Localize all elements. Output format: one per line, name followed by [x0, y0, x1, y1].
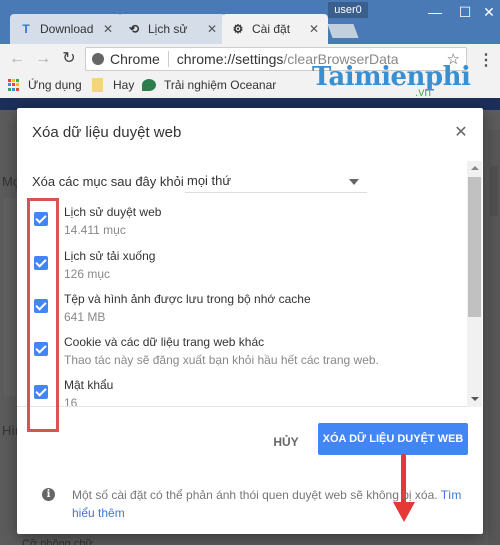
footer-note: Một số cài đặt có thể phản ánh thói quen… [72, 486, 464, 522]
tab-settings[interactable]: ⚙ Cài đặt ✕ [222, 14, 328, 44]
history-icon: ⟲ [128, 22, 140, 36]
list-item-download-history[interactable]: Lịch sử tải xuống 126 mục [17, 242, 465, 286]
list-item-cookies[interactable]: Cookie và các dữ liệu trang web khác Tha… [17, 328, 465, 372]
window-close-icon[interactable]: ✕ [474, 2, 500, 22]
cancel-button[interactable]: HỦY [262, 430, 310, 454]
tab-close-icon[interactable]: ✕ [102, 22, 114, 36]
reload-icon[interactable]: ↻ [60, 50, 78, 68]
background-label: Cỡ phông chữ [22, 538, 93, 545]
scroll-down-icon[interactable] [471, 397, 479, 401]
item-title: Lịch sử duyệt web [64, 205, 162, 219]
forward-arrow-icon[interactable]: → [34, 50, 52, 68]
window-titlebar: T Download ✕ ⟲ Lịch sử ✕ ⚙ Cài đặt ✕ use… [0, 0, 500, 44]
bookmark-label: Trải nghiệm Oceanar [164, 78, 277, 92]
oceanar-icon [142, 79, 156, 91]
item-title: Mật khẩu [64, 378, 114, 392]
chevron-down-icon [349, 179, 359, 185]
note-text: Một số cài đặt có thể phản ánh thói quen… [72, 488, 438, 502]
list-item-passwords[interactable]: Mật khẩu 16 [17, 371, 465, 406]
clear-browsing-data-dialog: Xóa dữ liệu duyệt web ✕ Xóa các mục sau … [17, 108, 483, 534]
tab-download[interactable]: T Download ✕ [10, 14, 122, 44]
scroll-up-icon[interactable] [471, 166, 479, 170]
info-icon: i [42, 488, 55, 501]
item-subtitle: 14.411 mục [64, 223, 126, 237]
tab-history[interactable]: ⟲ Lịch sử ✕ [118, 14, 226, 44]
bookmark-label: Ứng dụng [28, 78, 82, 92]
time-range-select[interactable]: mọi thứ [185, 171, 367, 193]
bookmark-label: Hay [113, 78, 135, 92]
new-tab-button[interactable] [327, 24, 359, 38]
page-scrollbar-thumb[interactable] [490, 166, 498, 216]
divider [17, 406, 467, 407]
close-icon[interactable]: ✕ [453, 122, 469, 142]
item-title: Cookie và các dữ liệu trang web khác [64, 335, 265, 349]
watermark-suffix: .vn [415, 85, 432, 99]
clear-data-button[interactable]: XÓA DỮ LIỆU DUYỆT WEB [318, 423, 468, 455]
tab-label: Download [40, 22, 94, 36]
item-title: Tệp và hình ảnh được lưu trong bộ nhớ ca… [64, 292, 311, 306]
separator [167, 51, 169, 67]
tab-label: Lịch sử [148, 22, 188, 36]
apps-grid-icon [8, 79, 20, 91]
list-item-browsing-history[interactable]: Lịch sử duyệt web 14.411 mục [17, 198, 465, 242]
bookmark-oceanar[interactable]: Trải nghiệm Oceanar [142, 78, 276, 92]
site-name: Chrome [110, 51, 160, 67]
time-range-value: mọi thứ [187, 173, 232, 188]
url-host: chrome://settings [176, 51, 284, 67]
minimize-icon[interactable]: — [420, 2, 450, 22]
tab-label: Cài đặt [252, 22, 291, 36]
tab-close-icon[interactable]: ✕ [308, 22, 320, 36]
data-type-list: Lịch sử duyệt web 14.411 mục Lịch sử tải… [17, 198, 465, 406]
back-arrow-icon[interactable]: ← [8, 50, 26, 68]
item-title: Lịch sử tải xuống [64, 249, 156, 263]
dialog-title: Xóa dữ liệu duyệt web [32, 124, 182, 141]
watermark-logo: Taimienphi [312, 62, 471, 92]
folder-icon [92, 78, 103, 92]
bookmark-apps[interactable]: Ứng dụng [8, 78, 82, 92]
scrollbar-thumb[interactable] [468, 177, 481, 317]
dialog-scrollbar[interactable] [467, 161, 482, 407]
bookmark-folder-hay[interactable]: Hay [92, 78, 134, 92]
chrome-icon [92, 53, 104, 65]
checkbox-highlight-annotation [27, 198, 59, 432]
tab-close-icon[interactable]: ✕ [206, 22, 218, 36]
menu-kebab-icon[interactable]: ⋮ [478, 50, 494, 70]
list-item-cache[interactable]: Tệp và hình ảnh được lưu trong bộ nhớ ca… [17, 285, 465, 329]
background-panel [4, 198, 18, 396]
time-range-label: Xóa các mục sau đây khỏi [32, 174, 184, 189]
user-badge[interactable]: user0 [328, 2, 368, 18]
gear-icon: ⚙ [232, 22, 244, 36]
download-site-icon: T [22, 22, 30, 36]
item-subtitle: Thao tác này sẽ đăng xuất bạn khỏi hầu h… [64, 353, 379, 367]
item-subtitle: 16 [64, 396, 78, 406]
item-subtitle: 126 mục [64, 267, 111, 281]
item-subtitle: 641 MB [64, 310, 106, 324]
